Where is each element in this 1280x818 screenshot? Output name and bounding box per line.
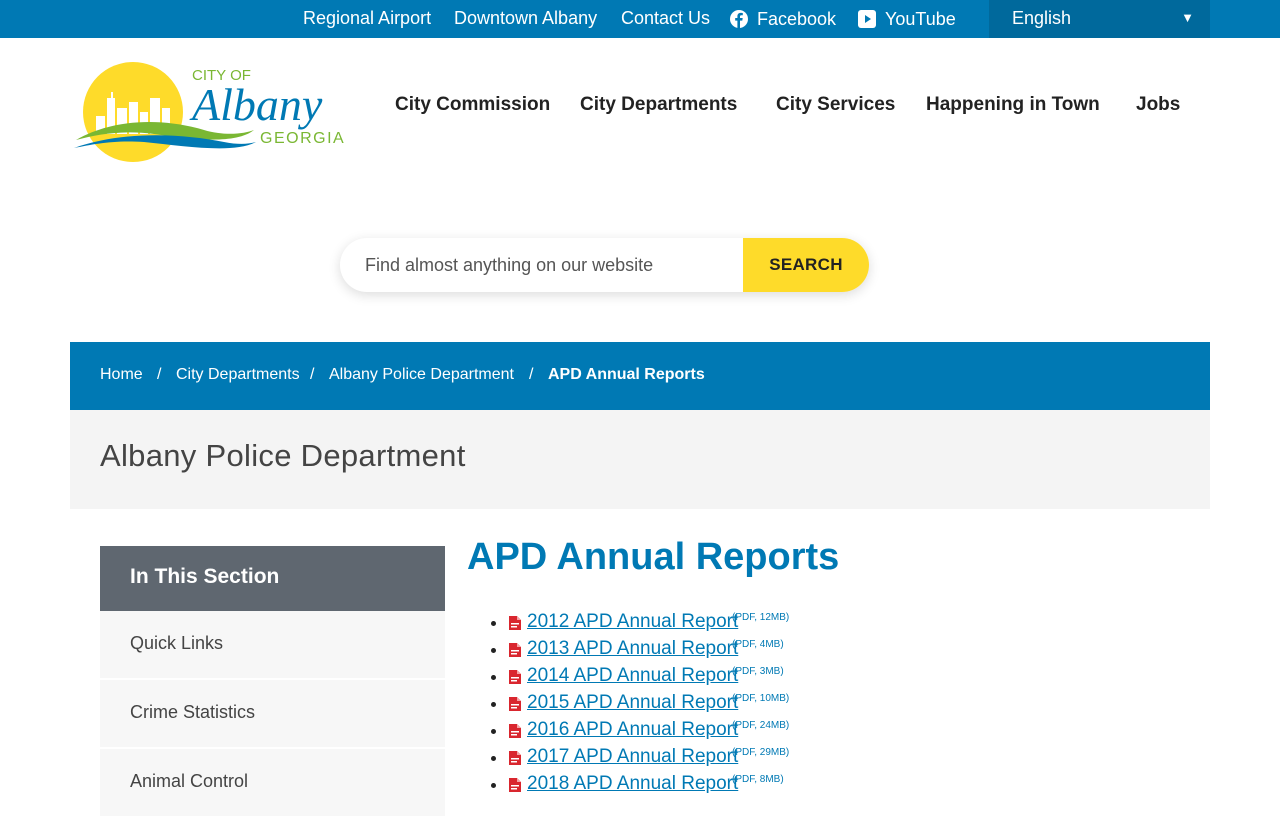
breadcrumb-city-departments[interactable]: City Departments (176, 366, 300, 384)
file-meta: (PDF, 8MB) (732, 774, 784, 785)
nav-jobs[interactable]: Jobs (1136, 94, 1180, 116)
bullet-icon (491, 675, 496, 680)
nav-city-commission[interactable]: City Commission (395, 94, 550, 116)
file-meta: (PDF, 24MB) (732, 720, 790, 731)
bullet-icon (491, 729, 496, 734)
sidebar-item-quick-links[interactable]: Quick Links (100, 611, 445, 680)
breadcrumb: Home / City Departments / Albany Police … (70, 342, 1210, 410)
pdf-file-icon (509, 616, 521, 630)
pdf-file-icon (509, 670, 521, 684)
bullet-icon (491, 756, 496, 761)
pdf-file-icon (509, 643, 521, 657)
pdf-file-icon (509, 751, 521, 765)
nav-happening-in-town[interactable]: Happening in Town (926, 94, 1100, 116)
breadcrumb-separator: / (529, 366, 534, 383)
file-meta: (PDF, 10MB) (732, 693, 790, 704)
bullet-icon (491, 783, 496, 788)
site-search: SEARCH (340, 238, 869, 292)
report-link-2018[interactable]: 2018 APD Annual Report (527, 773, 738, 795)
utility-bar: Regional Airport Downtown Albany Contact… (0, 0, 1280, 38)
page-title: APD Annual Reports (467, 536, 840, 578)
report-link-2017[interactable]: 2017 APD Annual Report (527, 746, 738, 768)
svg-text:GEORGIA: GEORGIA (260, 130, 345, 147)
sidebar-item-animal-control[interactable]: Animal Control (100, 749, 445, 818)
sidebar-item-crime-statistics[interactable]: Crime Statistics (100, 680, 445, 749)
file-meta: (PDF, 4MB) (732, 639, 784, 650)
report-link-2016[interactable]: 2016 APD Annual Report (527, 719, 738, 741)
youtube-link[interactable]: YouTube (858, 0, 956, 38)
breadcrumb-separator: / (310, 366, 315, 383)
breadcrumb-current: APD Annual Reports (548, 366, 705, 383)
city-logo[interactable]: CITY OF Albany GEORGIA (74, 58, 364, 168)
sidebar-item-label: Animal Control (130, 771, 249, 791)
regional-airport-link[interactable]: Regional Airport (303, 0, 431, 38)
downtown-albany-link[interactable]: Downtown Albany (454, 0, 597, 38)
bullet-icon (491, 648, 496, 653)
report-link-2015[interactable]: 2015 APD Annual Report (527, 692, 738, 714)
language-value: English (1012, 8, 1072, 28)
pdf-file-icon (509, 778, 521, 792)
report-link-2014[interactable]: 2014 APD Annual Report (527, 665, 738, 687)
search-input[interactable] (340, 238, 743, 292)
caret-down-icon: ▼ (1181, 10, 1194, 25)
bullet-icon (491, 702, 496, 707)
pdf-file-icon (509, 724, 521, 738)
breadcrumb-separator: / (157, 366, 162, 383)
facebook-link[interactable]: Facebook (730, 0, 836, 38)
section-title: Albany Police Department (100, 438, 466, 473)
nav-city-departments[interactable]: City Departments (580, 94, 737, 116)
breadcrumb-home[interactable]: Home (100, 366, 143, 384)
report-link-2012[interactable]: 2012 APD Annual Report (527, 611, 738, 633)
report-link-2013[interactable]: 2013 APD Annual Report (527, 638, 738, 660)
language-select[interactable]: English ▼ (989, 0, 1210, 38)
section-banner: Albany Police Department (70, 410, 1210, 509)
albany-logo-icon: CITY OF Albany GEORGIA (74, 62, 345, 162)
facebook-icon (730, 10, 748, 28)
youtube-icon (858, 10, 876, 28)
pdf-file-icon (509, 697, 521, 711)
svg-text:Albany: Albany (189, 79, 323, 130)
youtube-label: YouTube (885, 9, 956, 29)
file-meta: (PDF, 29MB) (732, 747, 790, 758)
bullet-icon (491, 621, 496, 626)
facebook-label: Facebook (757, 9, 837, 29)
sidebar-heading-label: In This Section (130, 565, 280, 588)
sidebar-heading: In This Section (100, 546, 445, 611)
search-button[interactable]: SEARCH (743, 238, 869, 292)
file-meta: (PDF, 3MB) (732, 666, 784, 677)
sidebar-item-label: Crime Statistics (130, 702, 256, 722)
breadcrumb-police-department[interactable]: Albany Police Department (329, 366, 514, 384)
contact-us-link[interactable]: Contact Us (621, 0, 710, 38)
nav-city-services[interactable]: City Services (776, 94, 895, 116)
sidebar-item-label: Quick Links (130, 633, 224, 653)
file-meta: (PDF, 12MB) (732, 612, 790, 623)
